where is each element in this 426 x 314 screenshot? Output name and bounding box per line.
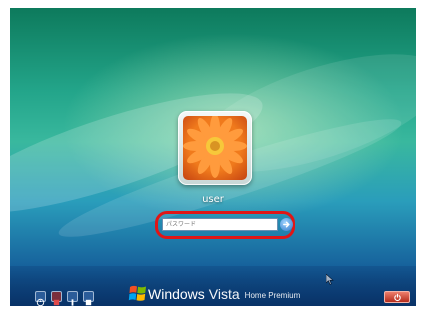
- submit-arrow-button[interactable]: [280, 218, 293, 231]
- display-icon: [85, 299, 92, 306]
- power-icon: [393, 293, 401, 301]
- password-field[interactable]: [162, 218, 278, 231]
- display-button[interactable]: [83, 291, 94, 306]
- language-icon: [53, 299, 60, 306]
- brand-windows-text: Windows: [148, 286, 205, 302]
- avatar: [183, 116, 247, 180]
- user-tile[interactable]: [178, 111, 252, 185]
- login-screen: user Windows Vista Home Premium: [10, 8, 416, 306]
- ease-of-access-icon: [36, 298, 45, 306]
- keyboard-button[interactable]: [67, 291, 78, 306]
- language-button[interactable]: [51, 291, 62, 306]
- windows-flag-icon: [128, 285, 146, 301]
- flower-icon: [183, 116, 247, 178]
- ease-of-access-button[interactable]: [35, 291, 46, 306]
- arrow-right-icon: [283, 221, 290, 228]
- windows-vista-logo: Windows Vista Home Premium: [128, 284, 300, 304]
- brand-vista-text: Vista: [208, 286, 240, 302]
- username-label: user: [202, 194, 224, 205]
- keyboard-icon: [71, 299, 74, 306]
- edition-label: Home Premium: [244, 291, 301, 300]
- screenshot-frame: user Windows Vista Home Premium: [0, 0, 426, 314]
- shutdown-button[interactable]: [384, 291, 410, 303]
